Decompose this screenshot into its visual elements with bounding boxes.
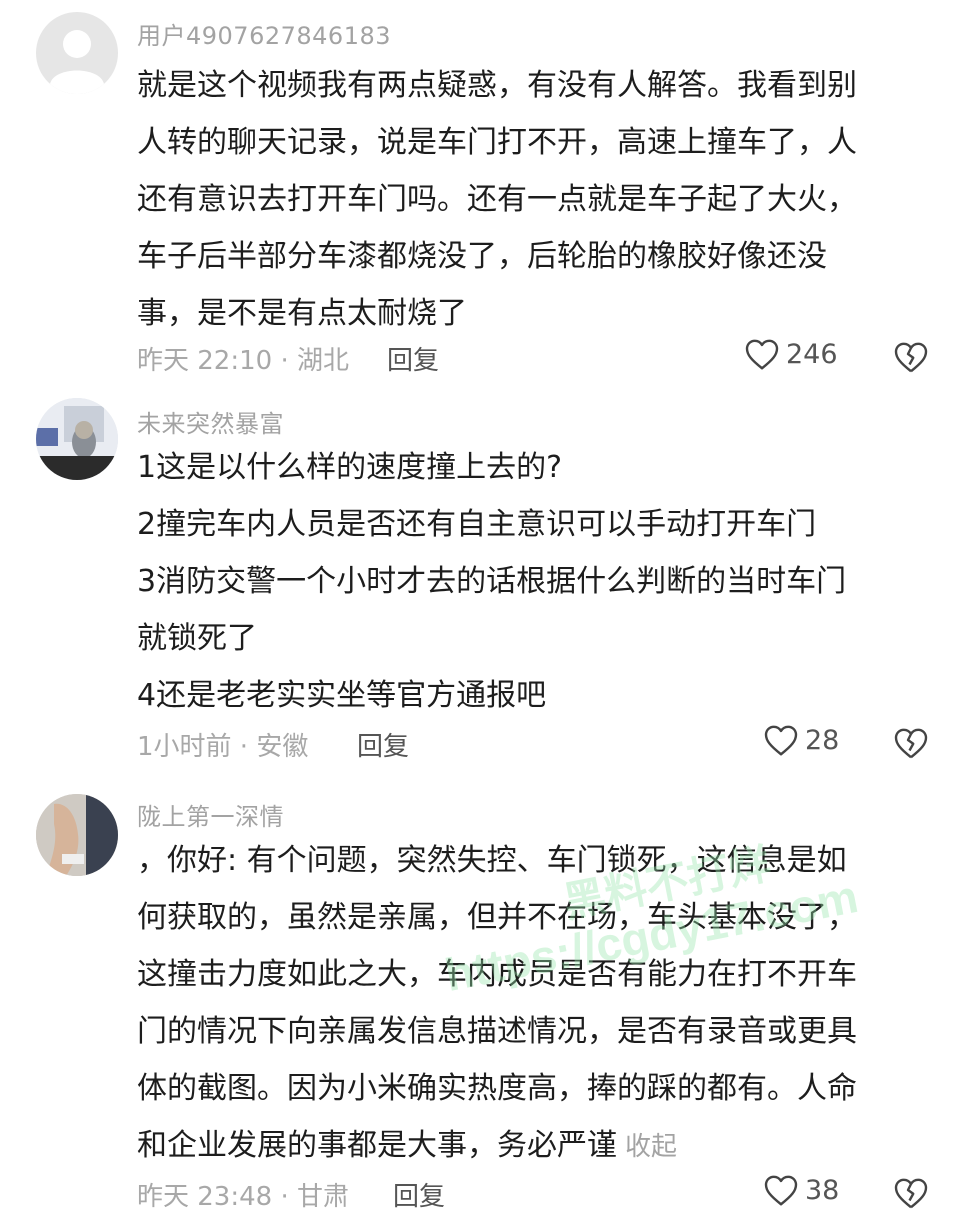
comment-line: 体的截图。因为小米确实热度高，捧的踩的都有。人命 bbox=[137, 1071, 857, 1106]
dislike-button[interactable] bbox=[893, 726, 929, 764]
broken-heart-icon bbox=[894, 342, 928, 373]
avatar[interactable] bbox=[36, 398, 118, 480]
like-button[interactable]: 38 bbox=[763, 1173, 839, 1207]
comment-text: 1这是以什么样的速度撞上去的? 2撞完车内人员是否还有自主意识可以手动打开车门 … bbox=[137, 439, 937, 724]
like-count: 38 bbox=[805, 1174, 840, 1206]
comment-line: 1这是以什么样的速度撞上去的? bbox=[137, 450, 563, 485]
dislike-button[interactable] bbox=[893, 340, 929, 378]
comment: 用户4907627846183 就是这个视频我有两点疑惑，有没有人解答。我看到别… bbox=[0, 0, 962, 380]
comment-meta: 昨天 23:48 · 甘肃 bbox=[137, 1182, 349, 1212]
reply-button[interactable]: 回复 bbox=[393, 1176, 445, 1213]
comment-line: ，你好: 有个问题，突然失控、车门锁死，这信息是如 bbox=[137, 843, 847, 878]
heart-icon bbox=[764, 1175, 798, 1206]
comment-meta: 昨天 22:10 · 湖北 bbox=[137, 346, 349, 376]
like-button[interactable]: 246 bbox=[744, 337, 838, 371]
avatar[interactable] bbox=[36, 12, 118, 94]
comment: 陇上第一深情 ，你好: 有个问题，突然失控、车门锁死，这信息是如 何获取的，虽然… bbox=[0, 780, 962, 1218]
collapse-link[interactable]: 收起 bbox=[625, 1132, 677, 1162]
dislike-button[interactable] bbox=[893, 1176, 929, 1214]
comment-line: 门的情况下向亲属发信息描述情况，是否有录音或更具 bbox=[137, 1014, 857, 1049]
broken-heart-icon bbox=[894, 728, 928, 759]
comment-line-text: 和企业发展的事都是大事，务必严谨 bbox=[137, 1128, 617, 1163]
like-count: 246 bbox=[786, 338, 838, 370]
broken-heart-icon bbox=[894, 1178, 928, 1209]
comment-line: 4还是老老实实坐等官方通报吧 bbox=[137, 678, 547, 713]
default-avatar-icon bbox=[50, 30, 104, 94]
reply-button[interactable]: 回复 bbox=[357, 726, 409, 763]
heart-icon bbox=[764, 725, 798, 756]
comment: 未来突然暴富 1这是以什么样的速度撞上去的? 2撞完车内人员是否还有自主意识可以… bbox=[0, 380, 962, 780]
comment-line: 2撞完车内人员是否还有自主意识可以手动打开车门 bbox=[137, 507, 817, 542]
comment-line: 还有意识去打开车门吗。还有一点就是车子起了大火， bbox=[137, 182, 857, 217]
heart-icon bbox=[745, 339, 779, 370]
comment-line: 就是这个视频我有两点疑惑，有没有人解答。我看到别 bbox=[137, 68, 857, 103]
username[interactable]: 用户4907627846183 bbox=[137, 16, 391, 51]
username[interactable]: 未来突然暴富 bbox=[137, 404, 284, 439]
avatar[interactable] bbox=[36, 794, 118, 876]
reply-button[interactable]: 回复 bbox=[387, 340, 439, 377]
comment-line: 何获取的，虽然是亲属，但并不在场，车头基本没了， bbox=[137, 900, 857, 935]
comment-line: 车子后半部分车漆都烧没了，后轮胎的橡胶好像还没 bbox=[137, 239, 827, 274]
comment-line: 和企业发展的事都是大事，务必严谨 收起 bbox=[137, 1117, 937, 1176]
like-count: 28 bbox=[805, 724, 840, 756]
comment-text: ，你好: 有个问题，突然失控、车门锁死，这信息是如 何获取的，虽然是亲属，但并不… bbox=[137, 832, 937, 1176]
like-button[interactable]: 28 bbox=[763, 723, 839, 757]
comment-line: 这撞击力度如此之大，车内成员是否有能力在打不开车 bbox=[137, 957, 857, 992]
avatar-image bbox=[36, 794, 118, 876]
comment-line: 事，是不是有点太耐烧了 bbox=[137, 296, 467, 331]
comment-meta: 1小时前 · 安徽 bbox=[137, 732, 309, 762]
username[interactable]: 陇上第一深情 bbox=[137, 797, 284, 832]
avatar-image bbox=[36, 398, 118, 480]
comment-line: 3消防交警一个小时才去的话根据什么判断的当时车门 bbox=[137, 564, 847, 599]
comment-line: 人转的聊天记录，说是车门打不开，高速上撞车了，人 bbox=[137, 125, 857, 160]
comment-text: 就是这个视频我有两点疑惑，有没有人解答。我看到别 人转的聊天记录，说是车门打不开… bbox=[137, 57, 937, 342]
comment-line: 就锁死了 bbox=[137, 621, 257, 656]
